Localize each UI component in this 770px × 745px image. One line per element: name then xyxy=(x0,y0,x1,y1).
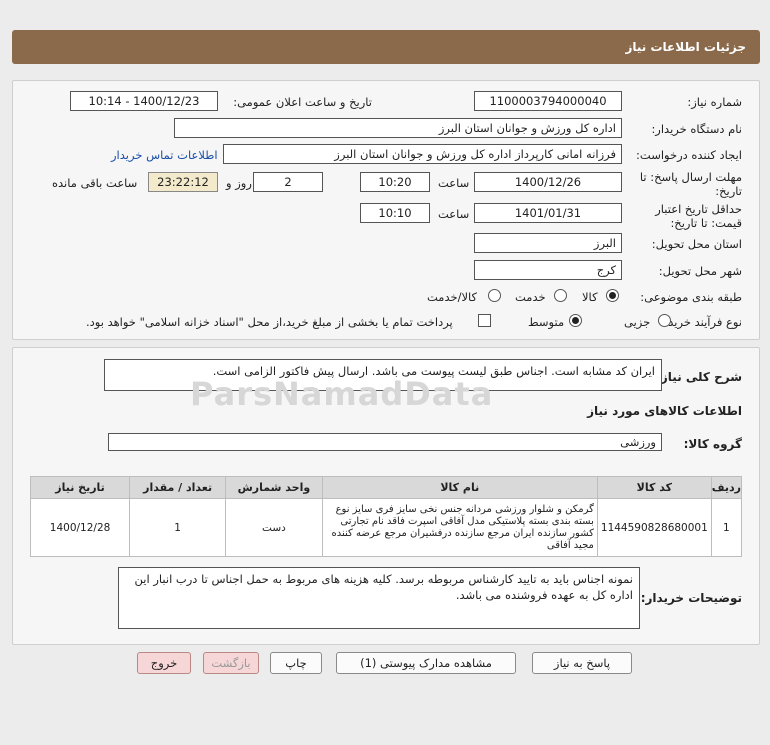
deadline-time-label: ساعت xyxy=(438,176,470,190)
category-label: طبقه بندی موضوعی: xyxy=(640,290,742,304)
buyer-org-label: نام دستگاه خریدار: xyxy=(651,122,742,136)
deadline-date-field: 1400/12/26 xyxy=(474,172,622,192)
goods-group-field: ورزشی xyxy=(108,433,662,451)
announce-field: 1400/12/23 - 10:14 xyxy=(70,91,218,111)
requester-label: ایجاد کننده درخواست: xyxy=(636,148,742,162)
process-label: نوع فرآیند خرید : xyxy=(660,315,742,329)
row-name: گرمکن و شلوار ورزشی مردانه جنس نخی سایز … xyxy=(321,498,598,557)
requester-field: فرزانه امانی کارپرداز اداره کل ورزش و جو… xyxy=(223,144,622,164)
row-unit: دست xyxy=(225,498,323,557)
deadline-label: مهلت ارسال پاسخ: تا xyxy=(639,170,742,184)
validity-time-field: 10:10 xyxy=(360,203,430,223)
remaining-label: ساعت باقی مانده xyxy=(52,176,138,190)
process-minor-label: جزیی xyxy=(624,315,651,329)
process-medium-radio[interactable] xyxy=(569,314,582,327)
validity-time-label: ساعت xyxy=(438,207,470,221)
category-service-radio[interactable] xyxy=(554,289,567,302)
col-code: کد کالا xyxy=(596,476,712,499)
buyer-notes-field: نمونه اجناس باید به تایید کارشناس مربوطه… xyxy=(118,567,640,629)
need-number-field: 1100003794000040 xyxy=(474,91,622,111)
page-header: جزئیات اطلاعات نیاز xyxy=(12,30,760,64)
category-goods-radio[interactable] xyxy=(606,289,619,302)
category-service-label: خدمت xyxy=(515,290,546,304)
view-attachments-button[interactable]: مشاهده مدارک پیوستی (1) xyxy=(336,652,516,674)
category-both-label: کالا/خدمت xyxy=(427,290,478,304)
province-field: البرز xyxy=(474,233,622,253)
goods-section-title: اطلاعات کالاهای مورد نیاز xyxy=(587,404,742,418)
exit-button[interactable]: خروج xyxy=(137,652,191,674)
deadline-time-field: 10:20 xyxy=(360,172,430,192)
process-medium-label: متوسط xyxy=(528,315,565,329)
city-field: کرج xyxy=(474,260,622,280)
reply-button[interactable]: پاسخ به نیاز xyxy=(532,652,632,674)
treasury-payment-label: پرداخت تمام یا بخشی از مبلغ خرید،از محل … xyxy=(86,315,453,329)
page-title: جزئیات اطلاعات نیاز xyxy=(625,40,746,54)
city-label: شهر محل تحویل: xyxy=(658,264,742,278)
row-index: 1 xyxy=(710,498,743,557)
watermark: ParsNamadData xyxy=(190,375,494,413)
col-unit: واحد شمارش xyxy=(225,476,323,499)
remaining-time-field: 23:22:12 xyxy=(148,172,218,192)
col-qty: تعداد / مقدار xyxy=(129,476,227,499)
goods-table-header: ردیف کد کالا نام کالا واحد شمارش تعداد /… xyxy=(29,476,743,499)
row-qty: 1 xyxy=(129,498,227,557)
validity-date-field: 1401/01/31 xyxy=(474,203,622,223)
print-button[interactable]: چاپ xyxy=(270,652,322,674)
row-code: 1144590828680001 xyxy=(596,498,712,557)
buyer-notes-label: توضیحات خریدار: xyxy=(640,591,742,605)
buyer-contact-link[interactable]: اطلاعات تماس خریدار xyxy=(111,148,218,162)
col-index: ردیف xyxy=(710,476,743,499)
summary-label: شرح کلی نیاز: xyxy=(656,370,742,384)
back-button[interactable]: بازگشت xyxy=(203,652,259,674)
province-label: استان محل تحویل: xyxy=(651,237,742,251)
category-both-radio[interactable] xyxy=(488,289,501,302)
buyer-org-field: اداره کل ورزش و جوانان استان البرز xyxy=(174,118,622,138)
announce-label: تاریخ و ساعت اعلان عمومی: xyxy=(233,95,372,109)
goods-table: ردیف کد کالا نام کالا واحد شمارش تعداد /… xyxy=(29,476,743,557)
validity-label: حداقل تاریخ اعتبار xyxy=(655,202,742,216)
treasury-payment-checkbox[interactable] xyxy=(478,314,491,327)
goods-group-label: گروه کالا: xyxy=(683,437,742,451)
table-row: 1 1144590828680001 گرمکن و شلوار ورزشی م… xyxy=(29,498,743,557)
category-goods-label: کالا xyxy=(582,290,598,304)
process-minor-radio[interactable] xyxy=(658,314,671,327)
deadline-label-2: تاریخ: xyxy=(715,184,742,198)
days-field: 2 xyxy=(253,172,323,192)
days-label: روز و xyxy=(226,176,252,190)
row-date: 1400/12/28 xyxy=(29,498,131,557)
col-date: تاریخ نیاز xyxy=(29,476,131,499)
col-name: نام کالا xyxy=(321,476,598,499)
validity-label-2: قیمت: تا تاریخ: xyxy=(670,216,742,230)
need-number-label: شماره نیاز: xyxy=(687,95,742,109)
